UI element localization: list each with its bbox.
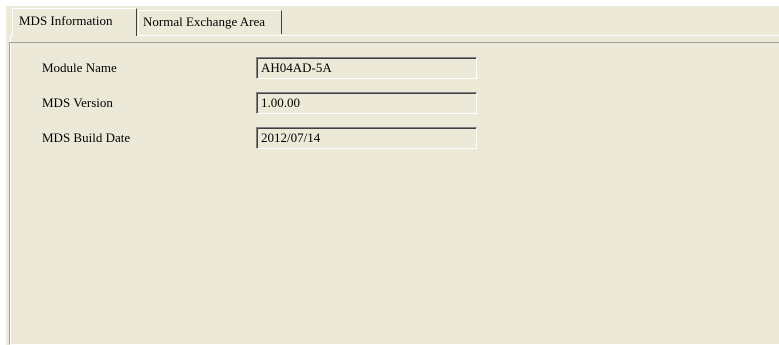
mds-build-date-field[interactable]: 2012/07/14 [256, 127, 477, 149]
tab-mds-information-label: MDS Information [19, 13, 113, 28]
mds-version-label: MDS Version [42, 95, 113, 110]
mds-build-date-label: MDS Build Date [42, 130, 131, 145]
module-name-label: Module Name [42, 60, 117, 75]
mds-version-field[interactable]: 1.00.00 [256, 92, 477, 114]
tab-normal-exchange-area[interactable]: Normal Exchange Area [138, 10, 282, 34]
mds-version-row: MDS Version 1.00.00 [10, 92, 770, 114]
mds-properties-window: MDS Information Normal Exchange Area Mod… [6, 6, 779, 345]
tab-normal-exchange-area-label: Normal Exchange Area [143, 14, 266, 29]
module-name-field[interactable]: AH04AD-5A [256, 57, 477, 79]
mds-information-panel: Module Name AH04AD-5A MDS Version 1.00.0… [9, 42, 779, 345]
mds-build-date-row: MDS Build Date 2012/07/14 [10, 127, 770, 149]
tab-mds-information[interactable]: MDS Information [12, 8, 137, 36]
tab-strip: MDS Information Normal Exchange Area [6, 6, 779, 36]
module-name-row: Module Name AH04AD-5A [10, 57, 770, 79]
